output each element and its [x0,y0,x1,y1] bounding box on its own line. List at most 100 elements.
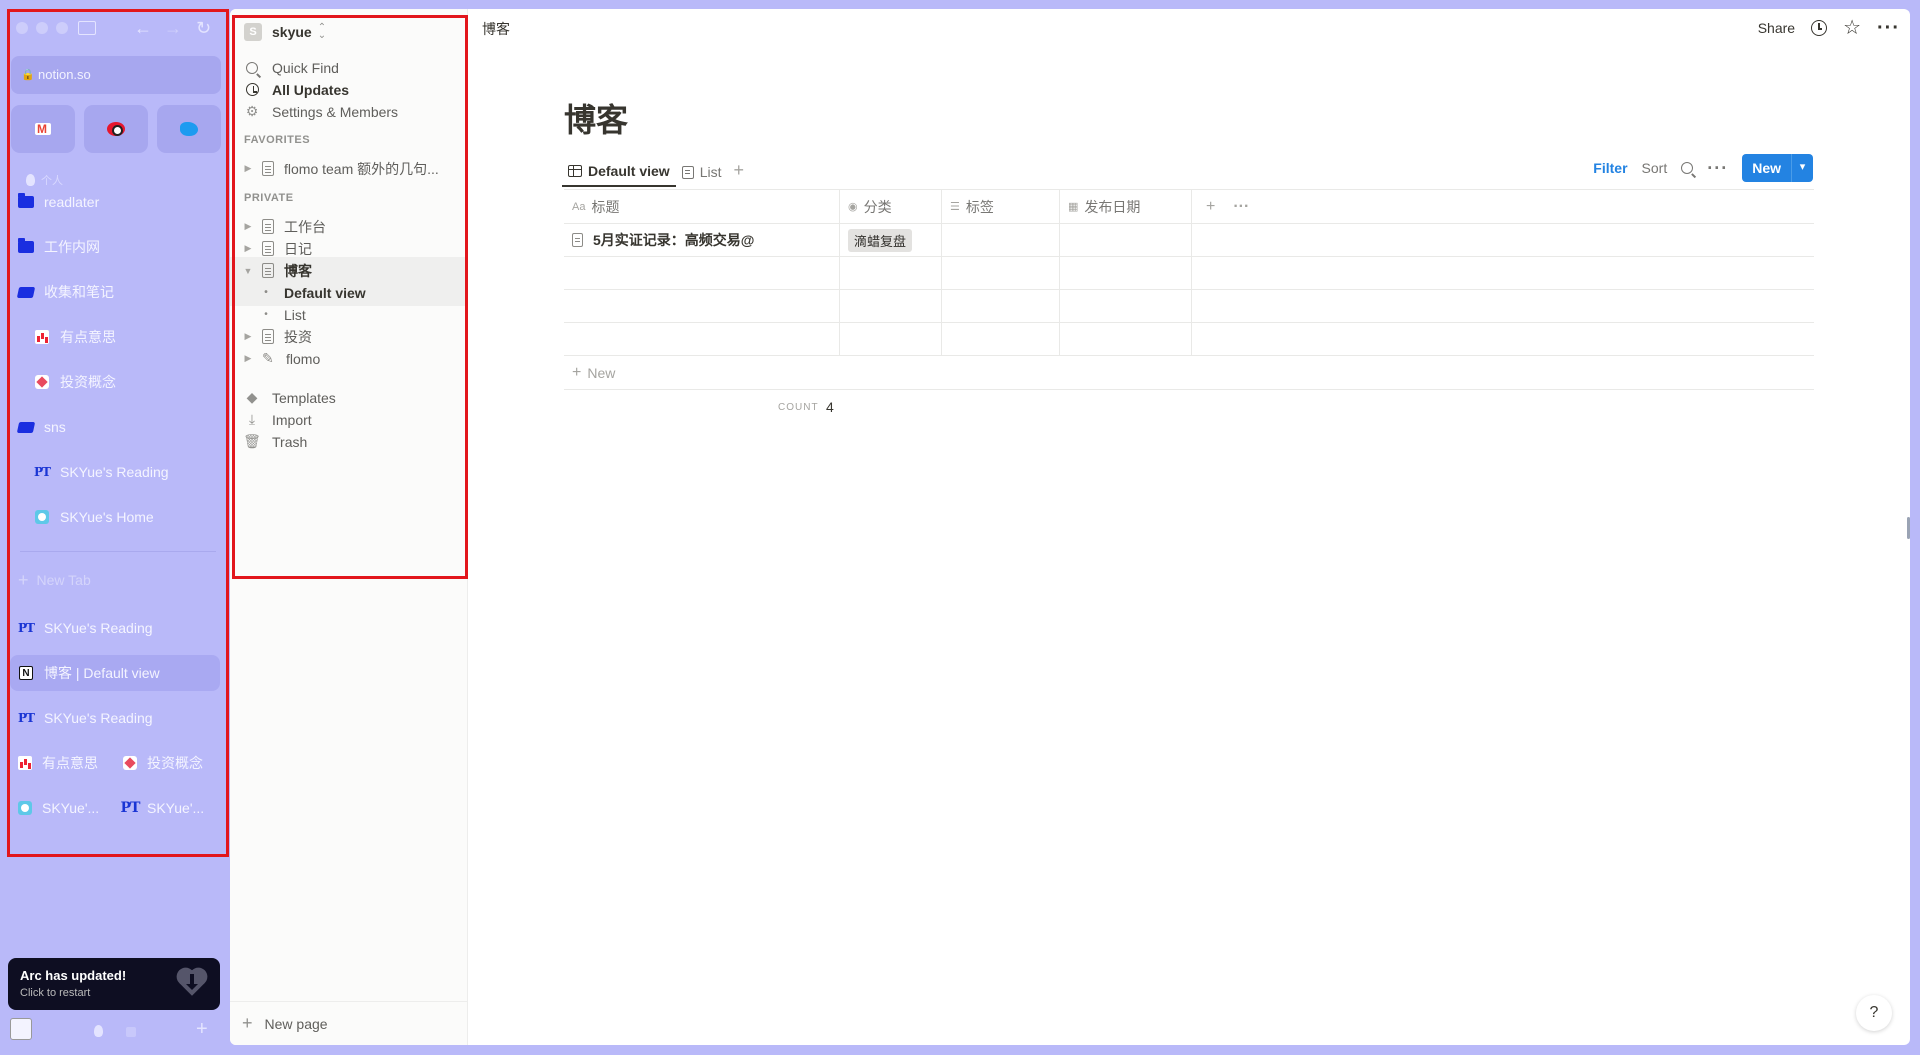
workspace-switcher[interactable]: S skyue ⌃ ⌄ [244,21,326,43]
space-dot-icon[interactable] [126,1027,136,1037]
table-row[interactable] [564,290,1814,323]
arc-tab-interesting[interactable]: 有点意思 [10,319,220,355]
cell-title[interactable] [564,290,840,322]
pt-icon: PT [18,711,35,725]
cell-title[interactable]: 5月实证记录：高频交易@ [564,224,840,256]
cell-category[interactable]: 滴蜡复盘 [840,224,942,256]
chevron-down-icon[interactable]: ▾ [1791,154,1813,182]
new-tab-button[interactable]: + New Tab [18,571,91,589]
cell-date[interactable] [1060,290,1192,322]
pt-icon: PT [18,621,35,635]
new-page-button[interactable]: + New page [230,1001,468,1045]
new-space-plus-icon[interactable]: + [196,1018,208,1041]
page-flomo[interactable]: ▶ ✎ flomo [230,345,468,372]
cell-tags[interactable] [942,224,1060,256]
arc-folder-notes[interactable]: 收集和笔记 [10,274,220,310]
cell-title[interactable] [564,257,840,289]
notion-icon: N [18,665,34,681]
more-options-icon[interactable]: ··· [1877,18,1900,38]
table-row[interactable] [564,323,1814,356]
arc-split-tab-invest[interactable]: 投资概念 [115,745,220,781]
breadcrumb[interactable]: 博客 [482,19,510,39]
arc-folder-sns[interactable]: sns [10,409,220,445]
page-title[interactable]: 博客 [564,95,628,141]
weibo-pin[interactable] [84,105,148,153]
gmail-pin[interactable] [11,105,75,153]
sidebar-toggle-icon[interactable] [78,21,96,35]
chevron-updown-icon: ⌃ ⌄ [317,22,327,41]
expand-triangle-icon[interactable]: ▶ [240,243,256,254]
arc-tab-blog-active[interactable]: N 博客 | Default view [10,655,220,691]
star-icon[interactable]: ☆ [1843,18,1861,38]
folder-icon [18,193,34,210]
arc-split-tab-skyue-home[interactable]: SKYue'... [10,790,115,826]
column-header-title[interactable]: Aa 标题 [564,190,840,223]
expand-triangle-icon[interactable]: ▶ [240,221,256,232]
forward-arrow-icon[interactable]: → [164,18,182,38]
settings-members-button[interactable]: ⚙ Settings & Members [230,98,468,125]
tab-list[interactable]: List [676,157,728,187]
page-icon [262,329,274,344]
new-row-button[interactable]: + New [564,356,1814,390]
arc-folder-readlater[interactable]: readlater [10,184,220,220]
library-icon[interactable] [10,1018,32,1040]
arc-update-toast[interactable]: Arc has updated! Click to restart [8,958,220,1010]
share-button[interactable]: Share [1758,20,1795,36]
zoom-window-icon[interactable] [56,22,68,34]
arc-folder-work[interactable]: 工作内网 [10,229,220,265]
cell-date[interactable] [1060,224,1192,256]
arc-tab-skyue-reading[interactable]: PT SKYue's Reading [10,454,220,490]
count-footer[interactable]: COUNT 4 [564,390,1814,424]
cell-category[interactable] [840,290,942,322]
cell-empty [1192,257,1814,289]
new-button[interactable]: New ▾ [1742,154,1813,182]
arc-tab-skyue-reading-1[interactable]: PT SKYue's Reading [10,610,220,646]
collapse-triangle-icon[interactable]: ▼ [240,266,256,276]
column-header-category[interactable]: ◉ 分类 [840,190,942,223]
search-icon[interactable] [1681,162,1694,174]
favorite-page-flomo-team[interactable]: ▶ flomo team 额外的几句... [230,155,468,182]
trash-button[interactable]: 🗑 Trash [230,428,468,455]
cell-tags[interactable] [942,323,1060,355]
back-arrow-icon[interactable]: ← [134,18,152,38]
filter-button[interactable]: Filter [1593,160,1627,176]
more-options-icon[interactable]: ··· [1707,158,1728,179]
arc-split-tab-interesting[interactable]: 有点意思 [10,745,115,781]
cell-title[interactable] [564,323,840,355]
expand-triangle-icon[interactable]: ▶ [240,163,256,174]
cell-date[interactable] [1060,257,1192,289]
add-view-plus-icon[interactable]: + [728,157,751,187]
table-row[interactable] [564,257,1814,290]
expand-triangle-icon[interactable]: ▶ [240,331,256,342]
arc-tab-invest-concept[interactable]: 投资概念 [10,364,220,400]
cell-tags[interactable] [942,257,1060,289]
space-lightbulb-icon[interactable] [94,1025,103,1037]
folder-icon [18,238,34,255]
tab-default-view[interactable]: Default view [562,157,676,187]
history-clock-icon[interactable] [1811,20,1828,36]
sort-button[interactable]: Sort [1642,160,1668,176]
cell-date[interactable] [1060,323,1192,355]
chart-icon [18,756,32,770]
arc-tab-skyue-home[interactable]: SKYue's Home [10,499,220,535]
minimize-window-icon[interactable] [36,22,48,34]
close-window-icon[interactable] [16,22,28,34]
column-header-date[interactable]: ▦ 发布日期 [1060,190,1192,223]
add-property-plus-icon[interactable]: + [1206,198,1215,216]
cell-tags[interactable] [942,290,1060,322]
cell-category[interactable] [840,257,942,289]
more-options-icon[interactable]: ··· [1233,198,1249,216]
table-row[interactable]: 5月实证记录：高频交易@ 滴蜡复盘 [564,224,1814,257]
expand-triangle-icon[interactable]: ▶ [240,353,256,364]
lock-icon: 🔒 [21,69,35,81]
url-bar[interactable]: 🔒 notion.so [11,56,221,94]
reload-icon[interactable]: ↻ [196,18,211,38]
twitter-pin[interactable] [157,105,221,153]
update-heart-icon [176,968,208,1000]
arc-split-tab-skyue-reading[interactable]: PT SKYue'... [115,790,220,826]
help-button[interactable]: ? [1856,995,1892,1031]
cell-category[interactable] [840,323,942,355]
column-header-tags[interactable]: ☰ 标签 [942,190,1060,223]
arc-tab-skyue-reading-2[interactable]: PT SKYue's Reading [10,700,220,736]
window-resize-handle[interactable] [1907,517,1910,539]
